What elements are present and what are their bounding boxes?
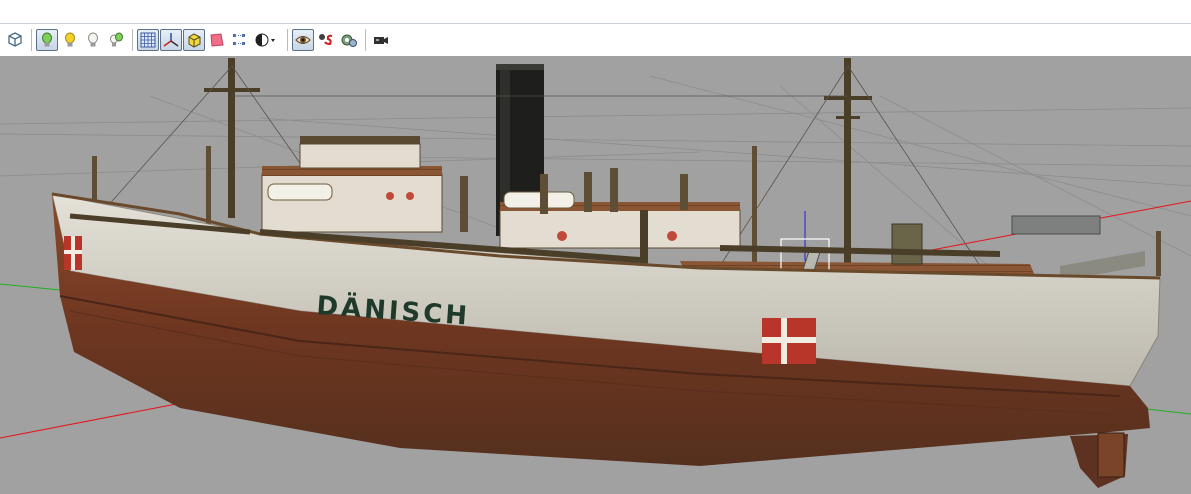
glasses-s-icon <box>319 34 333 46</box>
ground-plane-button[interactable] <box>206 29 228 51</box>
lighting-toggle-button[interactable] <box>36 29 58 51</box>
shading-mode-dropdown[interactable] <box>252 29 282 51</box>
model-viewer-window: DÄNISCH <box>0 0 1191 494</box>
grid-toggle-button[interactable] <box>137 29 159 51</box>
gears-icon <box>341 34 357 47</box>
title-strip <box>0 0 1191 24</box>
lightbulb-multi-icon <box>110 32 123 47</box>
ship-model-scene: DÄNISCH <box>0 58 1191 488</box>
light-multi-button[interactable] <box>105 29 127 51</box>
toolbar-separator <box>365 29 366 51</box>
axes-icon <box>163 33 179 47</box>
camera-button[interactable] <box>370 29 392 51</box>
vertex-numbers-icon <box>233 34 245 45</box>
pink-plane-icon <box>210 33 224 47</box>
animation-toggle-button[interactable] <box>338 29 360 51</box>
toolbar-separator <box>31 29 32 51</box>
light-yellow-button[interactable] <box>59 29 81 51</box>
axes-toggle-button[interactable] <box>160 29 182 51</box>
toolbar-separator <box>132 29 133 51</box>
grid-icon <box>140 32 156 48</box>
lightbulb-green-icon <box>42 32 52 47</box>
lightbulb-white-icon <box>88 32 98 47</box>
bounding-box-toggle-button[interactable] <box>183 29 205 51</box>
camera-icon <box>374 37 388 44</box>
eye-icon <box>295 36 311 44</box>
viewer-toolbar <box>0 24 1191 56</box>
shading-sphere-icon <box>255 33 275 47</box>
toolbar-separator <box>287 29 288 51</box>
light-off-button[interactable] <box>82 29 104 51</box>
sound-toggle-button[interactable] <box>315 29 337 51</box>
lightbulb-yellow-icon <box>65 32 75 47</box>
view-cube-button[interactable] <box>4 29 26 51</box>
visibility-toggle-button[interactable] <box>292 29 314 51</box>
box-yellow-icon <box>188 33 201 48</box>
3d-viewport[interactable]: DÄNISCH <box>0 56 1191 494</box>
vertex-numbers-button[interactable] <box>229 29 251 51</box>
aft-superstructure <box>261 136 443 233</box>
danish-flag-marking-stern <box>64 236 82 270</box>
cube-wireframe-icon <box>8 32 22 47</box>
danish-flag-marking-bow <box>762 318 816 364</box>
